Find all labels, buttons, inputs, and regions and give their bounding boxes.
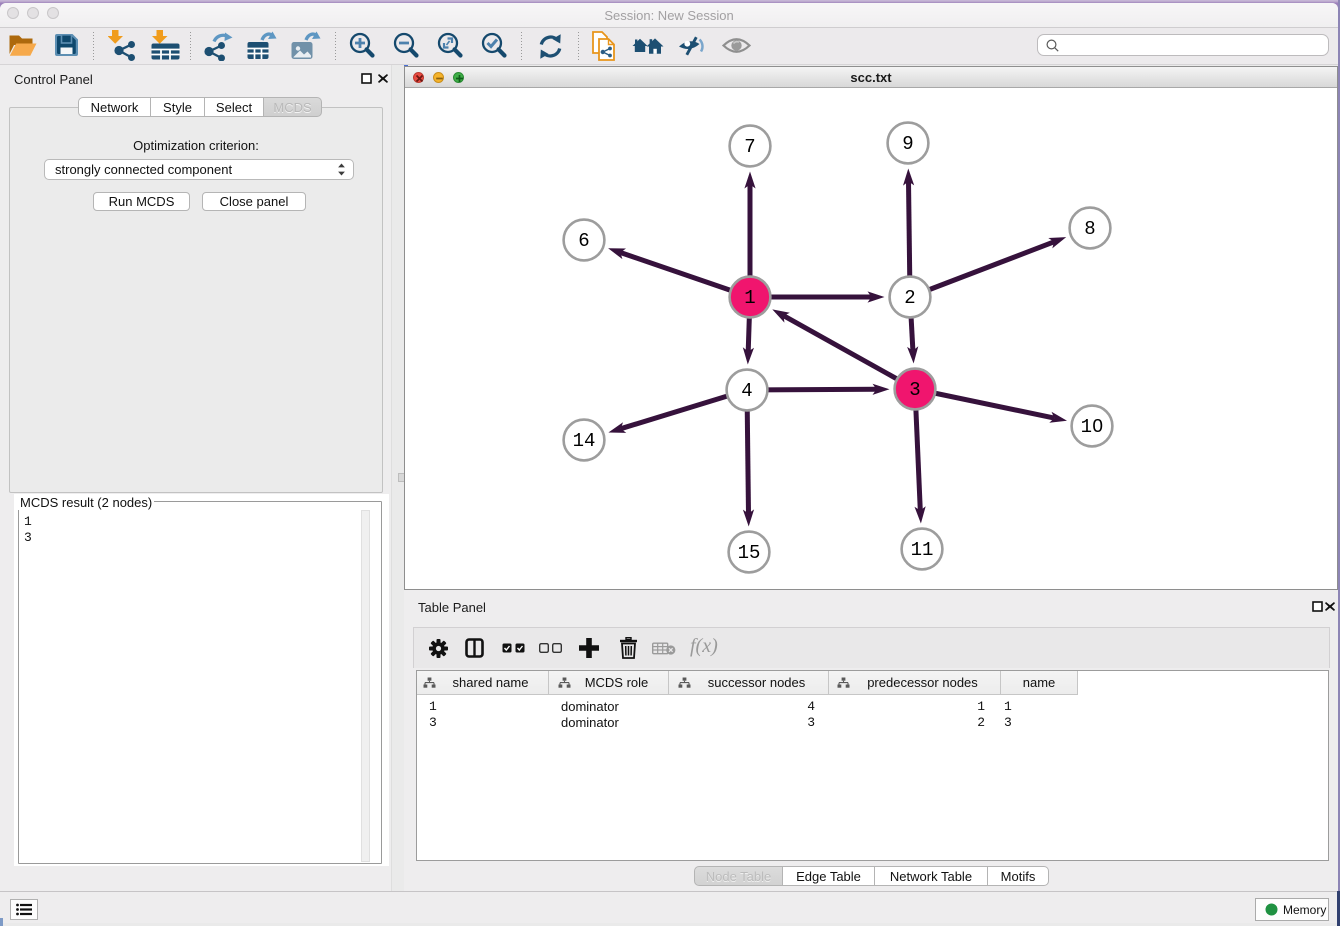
svg-text:14: 14 — [573, 430, 596, 452]
svg-text:9: 9 — [902, 133, 913, 155]
svg-text:8: 8 — [1084, 218, 1095, 240]
svg-text:3: 3 — [909, 379, 920, 401]
svg-text:15: 15 — [738, 542, 761, 564]
svg-text:7: 7 — [744, 136, 755, 158]
svg-text:1: 1 — [744, 287, 755, 309]
svg-text:6: 6 — [578, 230, 589, 252]
svg-text:10: 10 — [1081, 416, 1104, 438]
svg-text:11: 11 — [911, 539, 934, 561]
svg-text:4: 4 — [741, 380, 752, 402]
svg-text:2: 2 — [904, 287, 915, 309]
